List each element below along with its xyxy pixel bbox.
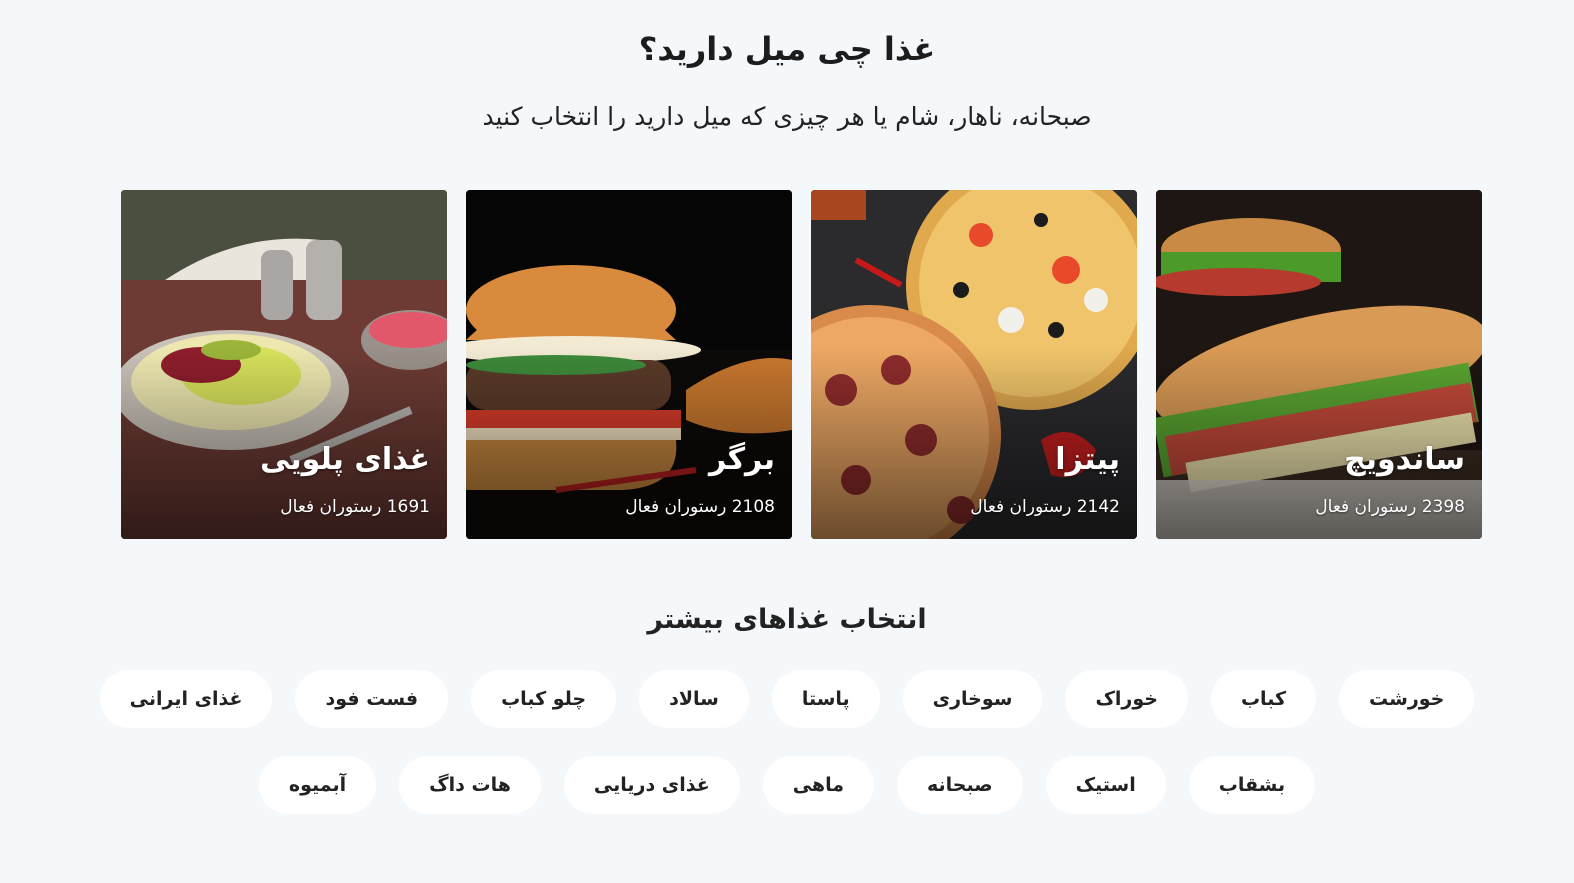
more-foods-title: انتخاب غذاهای بیشتر — [647, 604, 927, 635]
card-title: پیتزا — [1055, 442, 1120, 477]
food-chip[interactable]: کباب — [1210, 670, 1317, 728]
food-chip[interactable]: خورشت — [1339, 670, 1475, 728]
category-card-burger[interactable]: برگر 2108 رستوران فعال — [466, 190, 792, 539]
food-chip[interactable]: پاستا — [771, 670, 880, 728]
food-chip[interactable]: استیک — [1045, 756, 1166, 814]
card-restaurant-count: 2398 رستوران فعال — [1315, 497, 1465, 517]
category-card-rice-dish[interactable]: غذای پلویی 1691 رستوران فعال — [121, 190, 447, 539]
food-chip[interactable]: فست فود — [295, 670, 449, 728]
food-chip[interactable]: غذای دریایی — [563, 756, 740, 814]
food-chips-row-1: خورشت کباب خوراک سوخاری پاستا سالاد چلو … — [0, 670, 1574, 728]
card-title: غذای پلویی — [260, 442, 430, 477]
food-chip[interactable]: بشقاب — [1188, 756, 1316, 814]
card-title: برگر — [708, 442, 775, 477]
category-card-pizza[interactable]: پیتزا 2142 رستوران فعال — [811, 190, 1137, 539]
card-title: ساندویچ — [1344, 442, 1465, 477]
food-chip[interactable]: ماهی — [762, 756, 874, 814]
food-chip[interactable]: غذای ایرانی — [99, 670, 273, 728]
food-chip[interactable]: سالاد — [639, 670, 749, 728]
food-chips-row-2: بشقاب استیک صبحانه ماهی غذای دریایی هات … — [0, 756, 1574, 814]
food-chip[interactable]: چلو کباب — [471, 670, 617, 728]
food-chip[interactable]: خوراک — [1065, 670, 1188, 728]
card-restaurant-count: 2142 رستوران فعال — [970, 497, 1120, 517]
page-subtitle: صبحانه، ناهار، شام یا هر چیزی که میل دار… — [482, 102, 1092, 131]
food-chip[interactable]: آبمیوه — [258, 756, 377, 814]
food-category-page: غذا چی میل دارید؟ صبحانه، ناهار، شام یا … — [0, 0, 1574, 883]
page-title: غذا چی میل دارید؟ — [638, 30, 936, 68]
card-restaurant-count: 1691 رستوران فعال — [280, 497, 430, 517]
food-chip[interactable]: صبحانه — [896, 756, 1023, 814]
food-chip[interactable]: هات داگ — [399, 756, 541, 814]
card-restaurant-count: 2108 رستوران فعال — [625, 497, 775, 517]
card-shade — [466, 190, 792, 539]
category-cards: ساندویچ 2398 رستوران فعال پیتزا 2142 رست… — [120, 190, 1482, 539]
card-shade — [811, 190, 1137, 539]
card-shade — [1156, 190, 1482, 539]
card-shade — [121, 190, 447, 539]
category-card-sandwich[interactable]: ساندویچ 2398 رستوران فعال — [1156, 190, 1482, 539]
food-chip[interactable]: سوخاری — [902, 670, 1043, 728]
